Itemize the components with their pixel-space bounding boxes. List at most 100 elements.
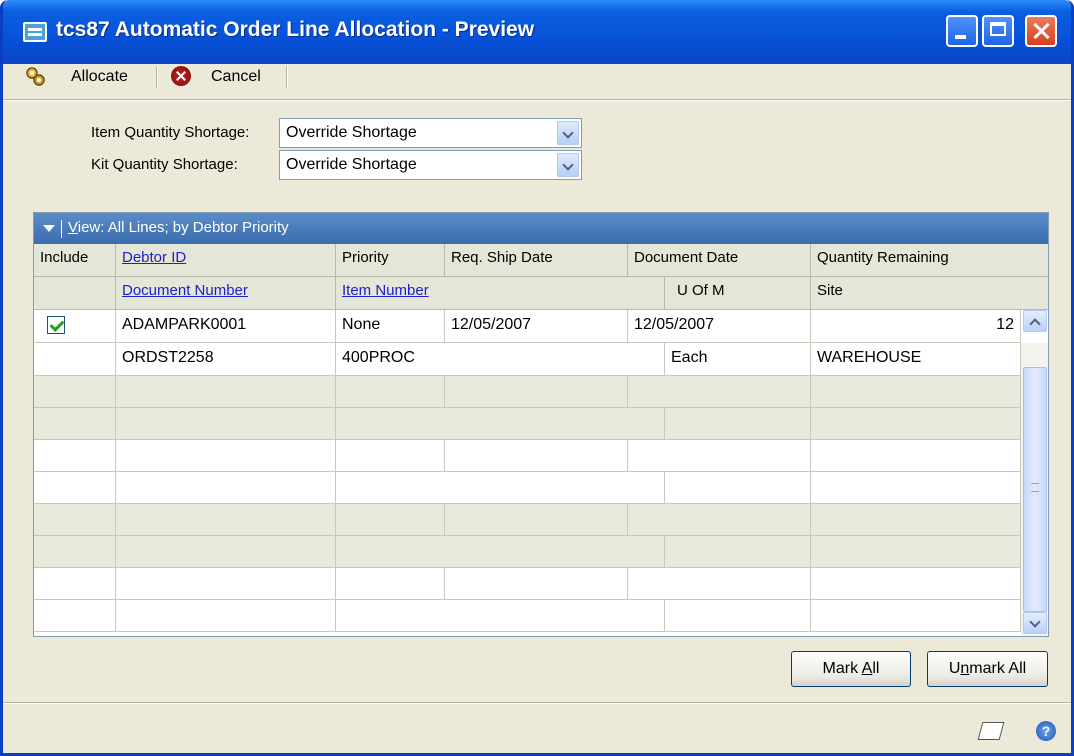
kit-shortage-select[interactable]: Override Shortage xyxy=(279,150,582,180)
empty-grid-cell[interactable] xyxy=(34,536,116,568)
col-header-site: Site xyxy=(811,277,1048,310)
quantity-remaining-cell[interactable]: 12 xyxy=(811,310,1021,343)
empty-grid-cell[interactable] xyxy=(445,568,628,600)
item-shortage-select[interactable]: Override Shortage xyxy=(279,118,582,148)
empty-grid-cell[interactable] xyxy=(336,568,445,600)
empty-grid-cell[interactable] xyxy=(336,600,665,632)
empty-grid-cell[interactable] xyxy=(336,376,445,408)
scroll-down-button[interactable] xyxy=(1023,612,1047,634)
kit-shortage-label: Kit Quantity Shortage: xyxy=(91,156,238,173)
item-number-cell[interactable]: 400PROC xyxy=(336,343,665,376)
cancel-button[interactable]: Cancel xyxy=(211,68,261,86)
empty-grid-cell[interactable] xyxy=(445,504,628,536)
unmark-all-button[interactable]: Unmark All xyxy=(927,651,1048,687)
collapse-arrow-icon[interactable] xyxy=(43,225,55,232)
empty-grid-cell[interactable] xyxy=(628,504,811,536)
empty-grid-cell[interactable] xyxy=(665,472,811,504)
col-header-document-date: Document Date xyxy=(628,244,811,277)
empty-grid-cell[interactable] xyxy=(34,600,116,632)
empty-grid-cell[interactable] xyxy=(811,600,1021,632)
allocation-grid: View: All Lines; by Debtor Priority Incl… xyxy=(33,212,1049,637)
debtor-id-cell[interactable]: ADAMPARK0001 xyxy=(116,310,336,343)
dialog-window: tcs87 Automatic Order Line Allocation - … xyxy=(0,0,1074,756)
priority-cell[interactable]: None xyxy=(336,310,445,343)
empty-grid-cell[interactable] xyxy=(665,600,811,632)
vertical-scrollbar[interactable] xyxy=(1021,310,1048,636)
site-cell[interactable]: WAREHOUSE xyxy=(811,343,1021,376)
empty-grid-cell[interactable] xyxy=(116,472,336,504)
col-header-debtor-id[interactable]: Debtor ID xyxy=(116,244,336,277)
empty-grid-cell[interactable] xyxy=(116,568,336,600)
empty-grid-cell[interactable] xyxy=(336,440,445,472)
empty-grid-cell[interactable] xyxy=(336,536,665,568)
empty-grid-cell[interactable] xyxy=(811,472,1021,504)
empty-grid-cell[interactable] xyxy=(116,504,336,536)
scroll-up-button[interactable] xyxy=(1023,310,1047,332)
empty-grid-cell[interactable] xyxy=(116,440,336,472)
empty-grid-cell[interactable] xyxy=(811,440,1021,472)
unmark-all-label-pre: U xyxy=(948,660,961,677)
empty-grid-cell[interactable] xyxy=(34,376,116,408)
empty-grid-cell[interactable] xyxy=(811,504,1021,536)
empty-grid-cell[interactable] xyxy=(445,440,628,472)
title-bar[interactable]: tcs87 Automatic Order Line Allocation - … xyxy=(3,0,1071,64)
document-number-cell[interactable]: ORDST2258 xyxy=(116,343,336,376)
empty-grid-cell[interactable] xyxy=(628,440,811,472)
empty-grid-cell[interactable] xyxy=(34,440,116,472)
scroll-thumb[interactable] xyxy=(1023,367,1047,612)
empty-grid-cell[interactable] xyxy=(811,568,1021,600)
mark-all-label-pre: Mark xyxy=(822,660,862,677)
note-icon[interactable] xyxy=(977,722,1005,740)
empty-grid-cell[interactable] xyxy=(116,408,336,440)
unmark-all-access-key: n xyxy=(960,660,970,677)
empty-grid-cell[interactable] xyxy=(628,568,811,600)
empty-grid-cell[interactable] xyxy=(34,472,116,504)
empty-grid-cell[interactable] xyxy=(116,600,336,632)
mark-all-label-post: ll xyxy=(872,660,880,677)
col-header-blank xyxy=(34,277,116,310)
req-ship-date-cell[interactable]: 12/05/2007 xyxy=(445,310,628,343)
view-label: iew: All Lines; by Debtor Priority xyxy=(77,219,289,236)
empty-grid-cell[interactable] xyxy=(34,408,116,440)
help-icon[interactable]: ? xyxy=(1036,721,1056,741)
view-access-key: V xyxy=(68,219,78,236)
allocate-icon[interactable] xyxy=(25,66,45,86)
empty-grid-cell[interactable] xyxy=(336,408,665,440)
empty-grid-cell[interactable] xyxy=(811,376,1021,408)
empty-grid-cell[interactable] xyxy=(811,408,1021,440)
empty-grid-cell[interactable] xyxy=(336,504,445,536)
document-date-cell[interactable]: 12/05/2007 xyxy=(628,310,811,343)
empty-grid-cell[interactable] xyxy=(34,568,116,600)
kit-shortage-value: Override Shortage xyxy=(286,156,417,173)
mark-all-button[interactable]: Mark All xyxy=(791,651,911,687)
blank-cell xyxy=(34,343,116,376)
col-header-document-number[interactable]: Document Number xyxy=(116,277,336,310)
uofm-cell[interactable]: Each xyxy=(665,343,811,376)
dropdown-arrow-icon[interactable] xyxy=(557,153,579,177)
view-selector[interactable]: View: All Lines; by Debtor Priority xyxy=(68,219,289,236)
allocate-button[interactable]: Allocate xyxy=(71,68,128,86)
empty-grid-cell[interactable] xyxy=(336,472,665,504)
view-separator xyxy=(61,220,62,238)
empty-grid-cell[interactable] xyxy=(116,536,336,568)
empty-grid-cell[interactable] xyxy=(34,504,116,536)
app-window-icon xyxy=(23,22,47,42)
empty-grid-cell[interactable] xyxy=(628,376,811,408)
col-header-item-number[interactable]: Item Number xyxy=(336,277,665,310)
dropdown-arrow-icon[interactable] xyxy=(557,121,579,145)
empty-grid-cell[interactable] xyxy=(665,408,811,440)
unmark-all-label-post: mark All xyxy=(969,660,1027,677)
include-cell[interactable] xyxy=(34,310,116,343)
cancel-icon[interactable] xyxy=(171,66,191,86)
minimize-button[interactable] xyxy=(946,15,978,47)
maximize-button[interactable] xyxy=(982,15,1014,47)
empty-grid-cell[interactable] xyxy=(445,376,628,408)
item-shortage-value: Override Shortage xyxy=(286,124,417,141)
checkbox-checked-icon[interactable] xyxy=(47,316,65,334)
empty-grid-cell[interactable] xyxy=(811,536,1021,568)
empty-grid-cell[interactable] xyxy=(116,376,336,408)
empty-grid-cell[interactable] xyxy=(665,536,811,568)
col-header-priority: Priority xyxy=(336,244,445,277)
close-button[interactable] xyxy=(1025,15,1057,47)
toolbar-separator xyxy=(286,66,288,88)
